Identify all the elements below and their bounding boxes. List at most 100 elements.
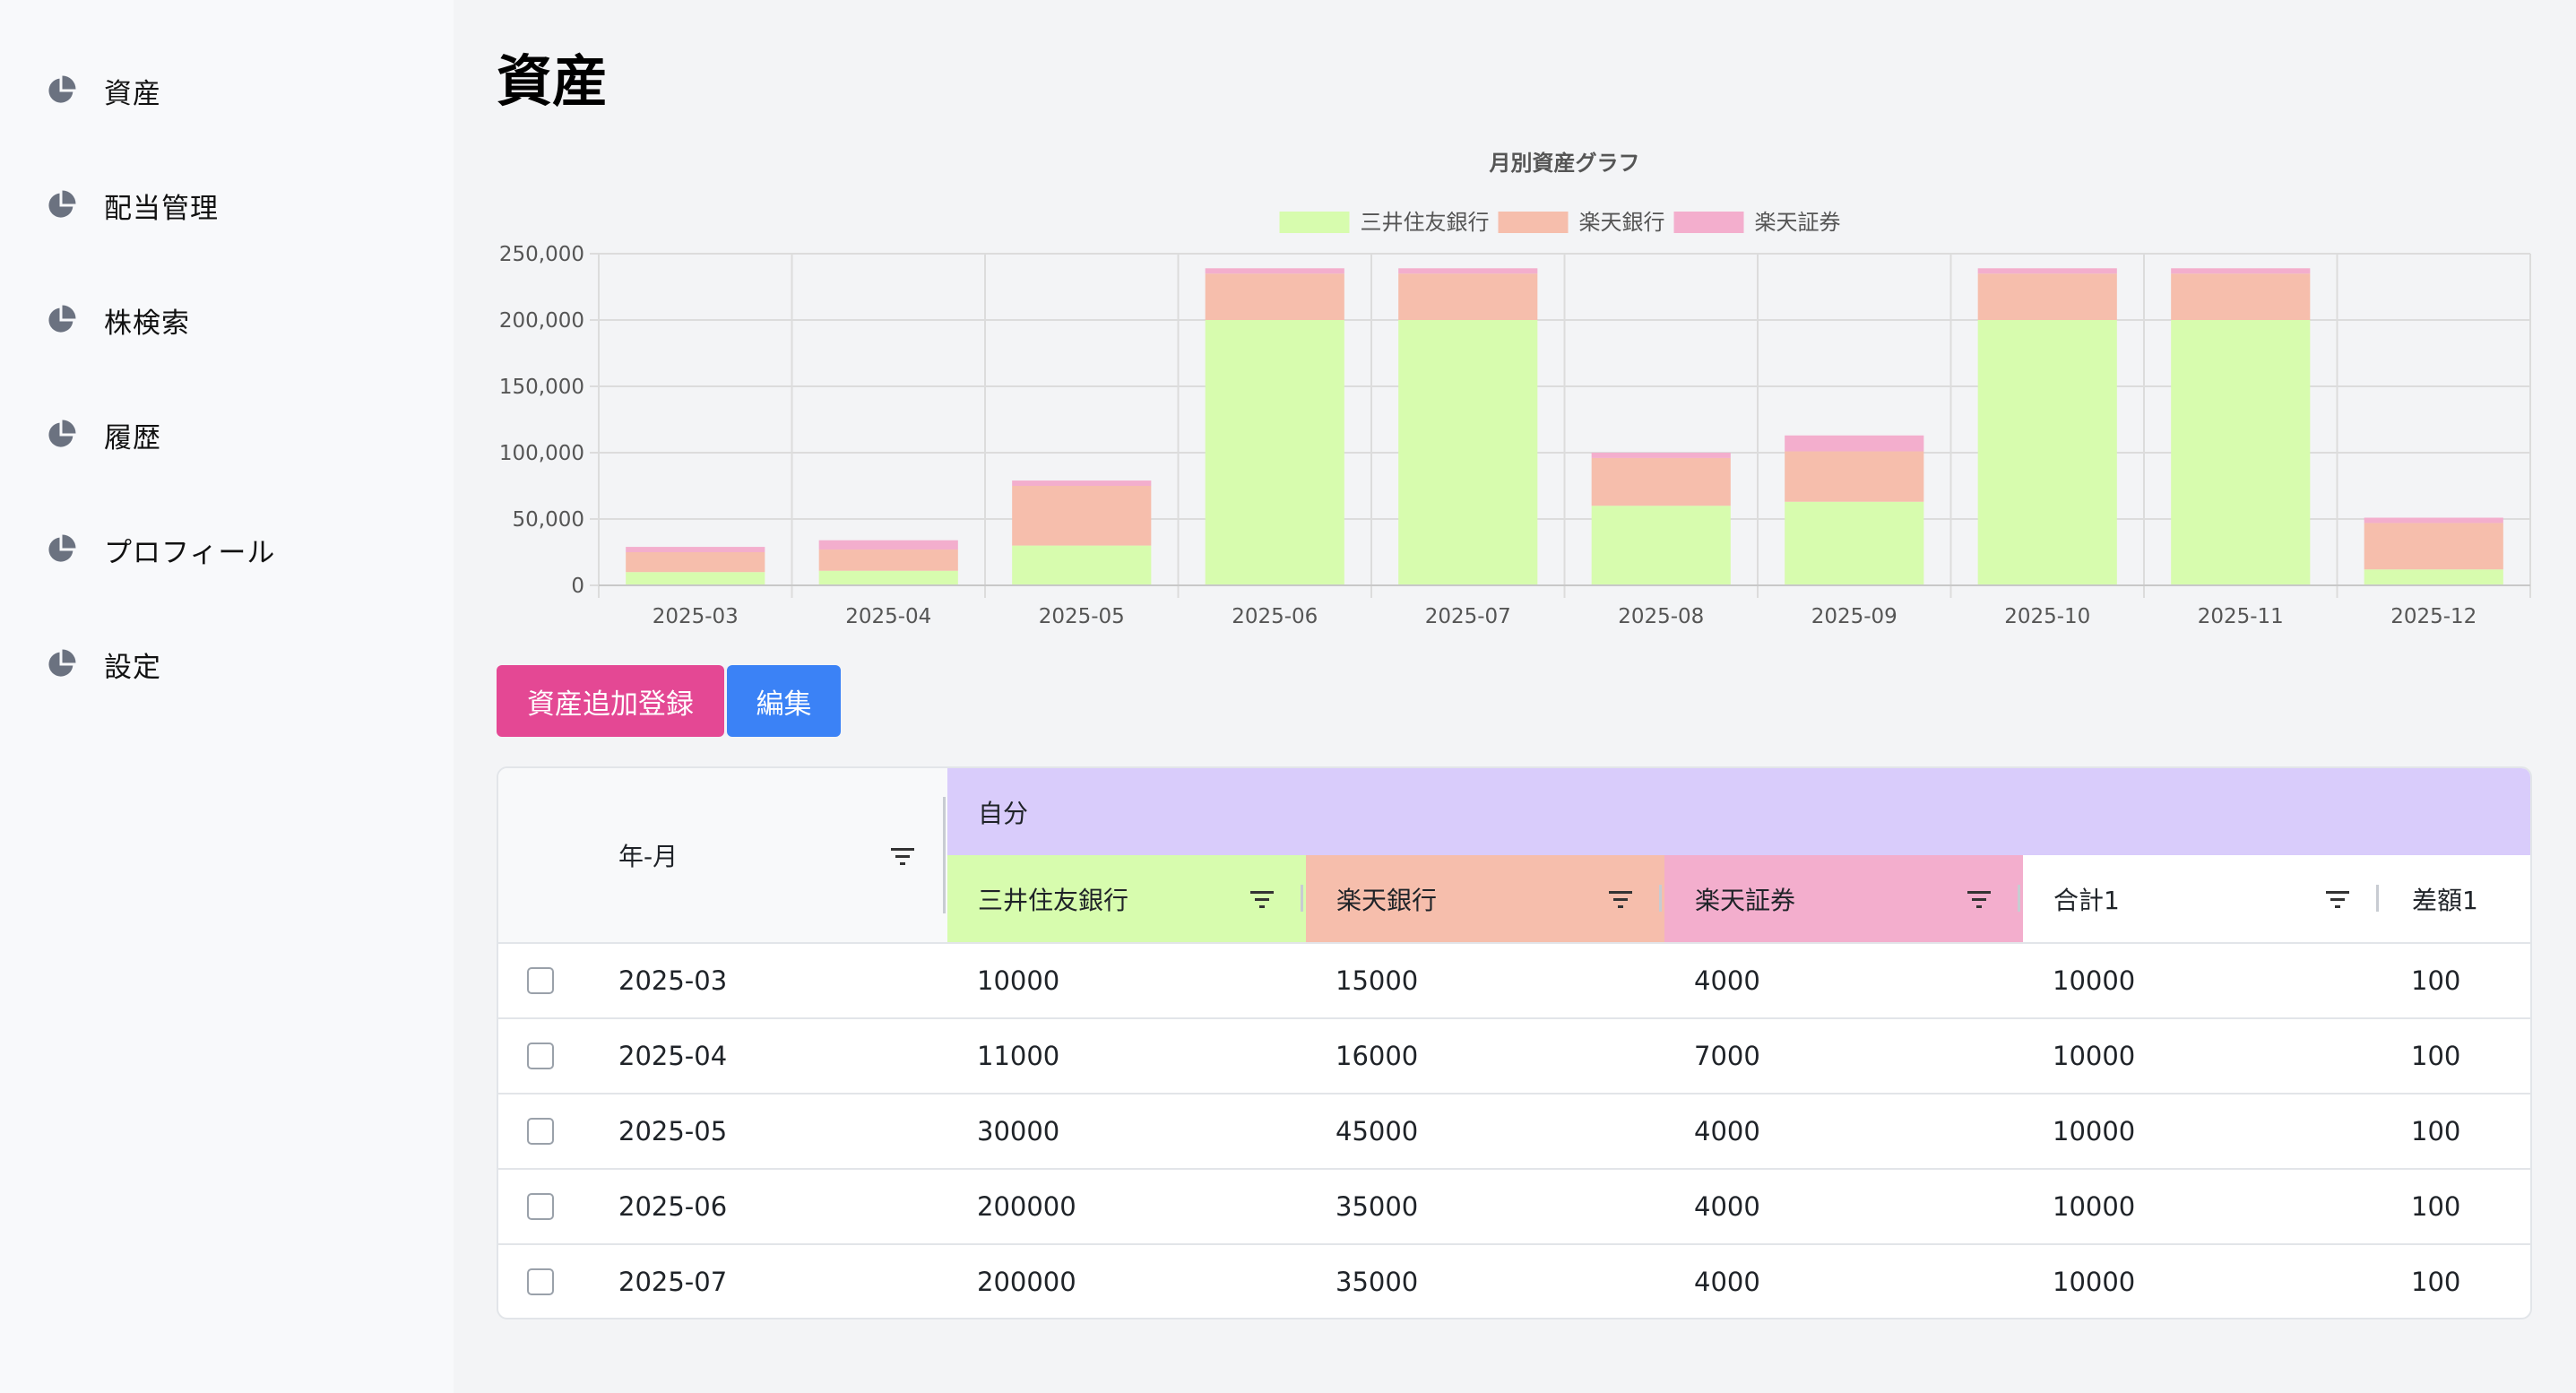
x-tick-label: 2025-09 [1811, 605, 1897, 628]
row-checkbox[interactable] [527, 1043, 554, 1069]
table-cell: 10000 [977, 965, 1060, 996]
sidebar-item-history[interactable]: 履歴 [45, 408, 161, 462]
table-row[interactable]: 2025-03 10000 15000 4000 10000 100 [498, 942, 2530, 1017]
row-checkbox[interactable] [527, 1193, 554, 1220]
column-header-label: 楽天証券 [1695, 885, 1796, 915]
row-checkbox[interactable] [527, 1268, 554, 1295]
bar-segment [626, 547, 765, 552]
edit-button[interactable]: 編集 [727, 665, 841, 737]
filter-icon[interactable] [1966, 888, 1993, 910]
bar-segment [626, 572, 765, 585]
x-tick-label: 2025-11 [2198, 605, 2284, 628]
table-cell: 10000 [2053, 1041, 2136, 1071]
legend-swatch [1498, 212, 1569, 233]
table-cell: 4000 [1694, 965, 1760, 996]
bar-segment [1012, 486, 1152, 546]
filter-icon[interactable] [1249, 888, 1275, 910]
bar-segment [1398, 273, 1538, 320]
column-header-year-month[interactable]: 年-月 [588, 768, 678, 942]
bar-segment [2171, 268, 2311, 274]
bar-segment [626, 552, 765, 573]
x-tick-label: 2025-10 [2004, 605, 2090, 628]
table-cell: 7000 [1694, 1041, 1760, 1071]
y-tick-label: 100,000 [499, 442, 584, 465]
filter-icon[interactable] [889, 845, 916, 867]
add-asset-button[interactable]: 資産追加登録 [497, 665, 724, 737]
legend-label: 楽天証券 [1755, 210, 1841, 235]
column-header-diff1[interactable]: 差額1 [2382, 855, 2530, 942]
legend-label: 楽天銀行 [1579, 210, 1665, 235]
column-header-label: 楽天銀行 [1336, 885, 1438, 915]
table-cell: 200000 [977, 1267, 1076, 1297]
group-header-self: 自分 [947, 768, 2530, 855]
table-cell: 2025-07 [618, 1267, 728, 1297]
column-resize-handle[interactable] [2376, 885, 2379, 912]
table-row[interactable]: 2025-05 30000 45000 4000 10000 100 [498, 1093, 2530, 1168]
table-row[interactable]: 2025-04 11000 16000 7000 10000 100 [498, 1017, 2530, 1093]
bar-segment [2364, 517, 2503, 523]
column-header-label: 三井住友銀行 [978, 885, 1129, 915]
sidebar-item-stock-search[interactable]: 株検索 [45, 293, 190, 347]
x-tick-label: 2025-08 [1618, 605, 1704, 628]
bar-segment [1977, 273, 2117, 320]
pie-chart-icon [48, 534, 76, 562]
y-tick-label: 250,000 [499, 243, 584, 266]
pie-chart-icon [48, 420, 76, 447]
y-tick-label: 50,000 [513, 508, 584, 532]
column-resize-handle[interactable] [1301, 885, 1303, 912]
table-cell: 10000 [2053, 1267, 2136, 1297]
bar-segment [1205, 273, 1344, 320]
column-header-label: 年-月 [618, 842, 679, 871]
pie-chart-icon [48, 190, 76, 218]
y-tick-label: 200,000 [499, 309, 584, 333]
sidebar-item-profile[interactable]: プロフィール [45, 523, 275, 576]
bar-segment [1398, 268, 1538, 274]
bar-segment [1012, 545, 1152, 585]
assets-table: 年-月 自分 三井住友銀行 楽天銀行 楽天証券 合計1 差額1 2025-03 1… [497, 766, 2532, 1319]
y-tick-label: 0 [571, 575, 584, 598]
bar-segment [1785, 501, 1924, 585]
legend-swatch [1673, 212, 1744, 233]
bar-segment [818, 549, 958, 571]
bar-segment [1591, 453, 1731, 458]
pie-chart-icon [48, 305, 76, 333]
bar-segment [1205, 268, 1344, 274]
table-row[interactable]: 2025-07 200000 35000 4000 10000 100 [498, 1243, 2530, 1318]
table-cell: 100 [2411, 1116, 2461, 1146]
table-cell: 10000 [2053, 965, 2136, 996]
bar-segment [1785, 435, 1924, 452]
column-resize-handle[interactable] [943, 797, 946, 913]
bar-segment [1012, 480, 1152, 486]
table-cell: 35000 [1336, 1191, 1419, 1222]
column-resize-handle[interactable] [2018, 885, 2020, 912]
row-checkbox[interactable] [527, 1118, 554, 1145]
legend-swatch [1279, 212, 1350, 233]
filter-icon[interactable] [1607, 888, 1634, 910]
column-resize-handle[interactable] [1659, 885, 1662, 912]
sidebar-item-settings[interactable]: 設定 [45, 637, 161, 691]
table-cell: 10000 [2053, 1116, 2136, 1146]
legend-label: 三井住友銀行 [1361, 210, 1490, 235]
filter-icon[interactable] [2324, 888, 2351, 910]
sidebar-item-label: 資産 [104, 77, 161, 110]
monthly-assets-chart: 月別資産グラフ 三井住友銀行 楽天銀行 楽天証券 0 50,000 100,000 150,0… [484, 134, 2546, 645]
bar-segment [1977, 320, 2117, 585]
table-cell: 11000 [977, 1041, 1060, 1071]
sidebar-item-label: 設定 [104, 651, 161, 684]
bar-segment [2171, 273, 2311, 320]
x-tick-label: 2025-04 [845, 605, 931, 628]
x-tick-label: 2025-05 [1039, 605, 1125, 628]
bar-segment [2171, 320, 2311, 585]
table-cell: 4000 [1694, 1191, 1760, 1222]
table-cell: 200000 [977, 1191, 1076, 1222]
column-header-label: 合計1 [2053, 885, 2120, 915]
table-cell: 100 [2411, 1041, 2461, 1071]
sidebar-item-dividends[interactable]: 配当管理 [45, 178, 219, 232]
table-row[interactable]: 2025-06 200000 35000 4000 10000 100 [498, 1168, 2530, 1243]
sidebar-item-assets[interactable]: 資産 [45, 64, 161, 117]
x-tick-label: 2025-07 [1425, 605, 1511, 628]
stacked-bar-chart: 月別資産グラフ三井住友銀行 楽天銀行 楽天証券 0 50,000 100,000 150,0… [499, 151, 2531, 628]
table-cell: 4000 [1694, 1116, 1760, 1146]
row-checkbox[interactable] [527, 967, 554, 994]
sidebar-item-label: プロフィール [104, 536, 276, 569]
